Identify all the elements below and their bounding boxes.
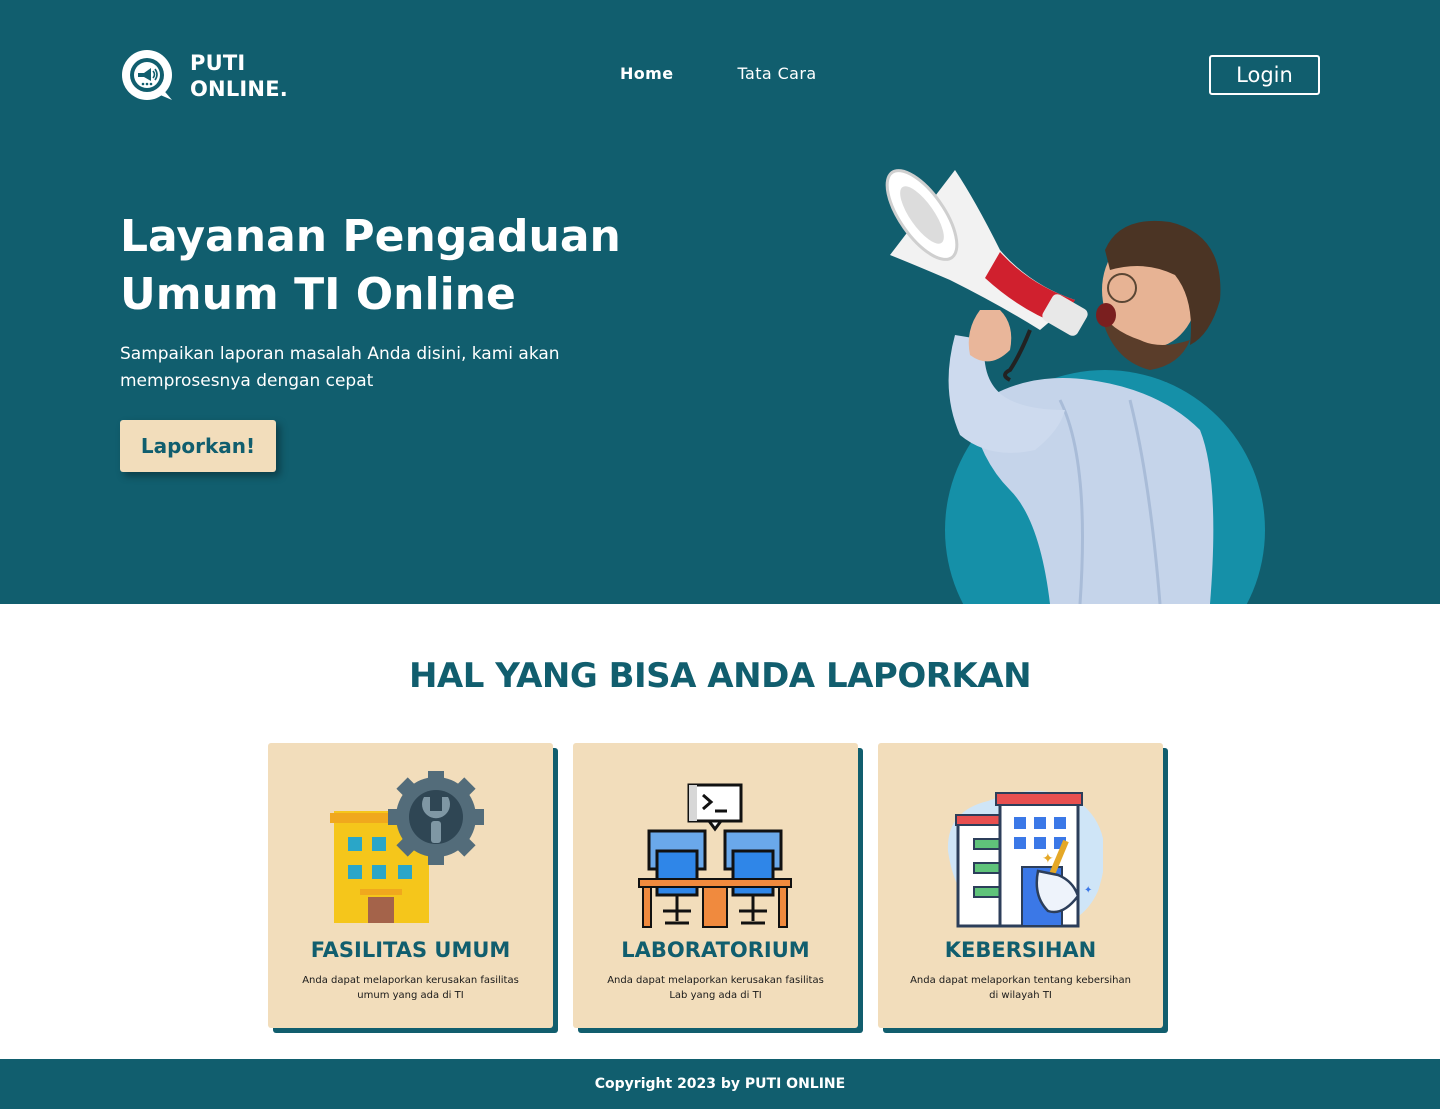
card-description: Anda dapat melaporkan kerusakan fasilita… (607, 975, 824, 1001)
card-description: Anda dapat melaporkan tentang kebersihan… (910, 975, 1131, 1001)
card-description: Anda dapat melaporkan kerusakan fasilita… (302, 975, 519, 1001)
logo-text: PUTI ONLINE. (190, 50, 288, 102)
hero-section: PUTI ONLINE. Home Tata Cara Login Layana… (0, 0, 1440, 604)
report-card-laboratorium[interactable]: LABORATORIUM Anda dapat melaporkan kerus… (573, 743, 858, 1028)
nav-item-home[interactable]: Home (620, 64, 674, 83)
report-card-kebersihan[interactable]: ✦ ✦ KEBERSIHAN Anda dapat melaporkan ten… (878, 743, 1163, 1028)
report-button[interactable]: Laporkan! (120, 420, 276, 472)
hero-title: Layanan Pengaduan Umum TI Online (120, 211, 621, 320)
login-button[interactable]: Login (1209, 55, 1320, 95)
computer-lab-icon (638, 783, 792, 928)
man-megaphone-illustration (885, 169, 1265, 604)
nav-item-tata-cara[interactable]: Tata Cara (738, 64, 817, 83)
clean-building-icon: ✦ ✦ (947, 791, 1103, 928)
building-gear-icon (330, 771, 484, 923)
hero-subtitle: Sampaikan laporan masalah Anda disini, k… (120, 344, 560, 391)
card-title: FASILITAS UMUM (310, 938, 511, 962)
copyright-text: Copyright 2023 by PUTI ONLINE (594, 1076, 846, 1092)
svg-text:✦: ✦ (1084, 885, 1092, 896)
report-card-fasilitas-umum[interactable]: FASILITAS UMUM Anda dapat melaporkan ker… (268, 743, 553, 1028)
logo-line1: PUTI (190, 51, 246, 75)
svg-text:✦: ✦ (1042, 851, 1054, 867)
logo-line2: ONLINE. (190, 77, 288, 101)
megaphone-logo-icon (122, 50, 172, 100)
footer: Copyright 2023 by PUTI ONLINE (0, 1059, 1440, 1109)
card-title: LABORATORIUM (621, 938, 810, 962)
card-title: KEBERSIHAN (944, 938, 1097, 962)
logo[interactable]: PUTI ONLINE. (120, 48, 288, 104)
section-title: HAL YANG BISA ANDA LAPORKAN (408, 656, 1032, 696)
main-nav: Home Tata Cara (620, 64, 817, 83)
